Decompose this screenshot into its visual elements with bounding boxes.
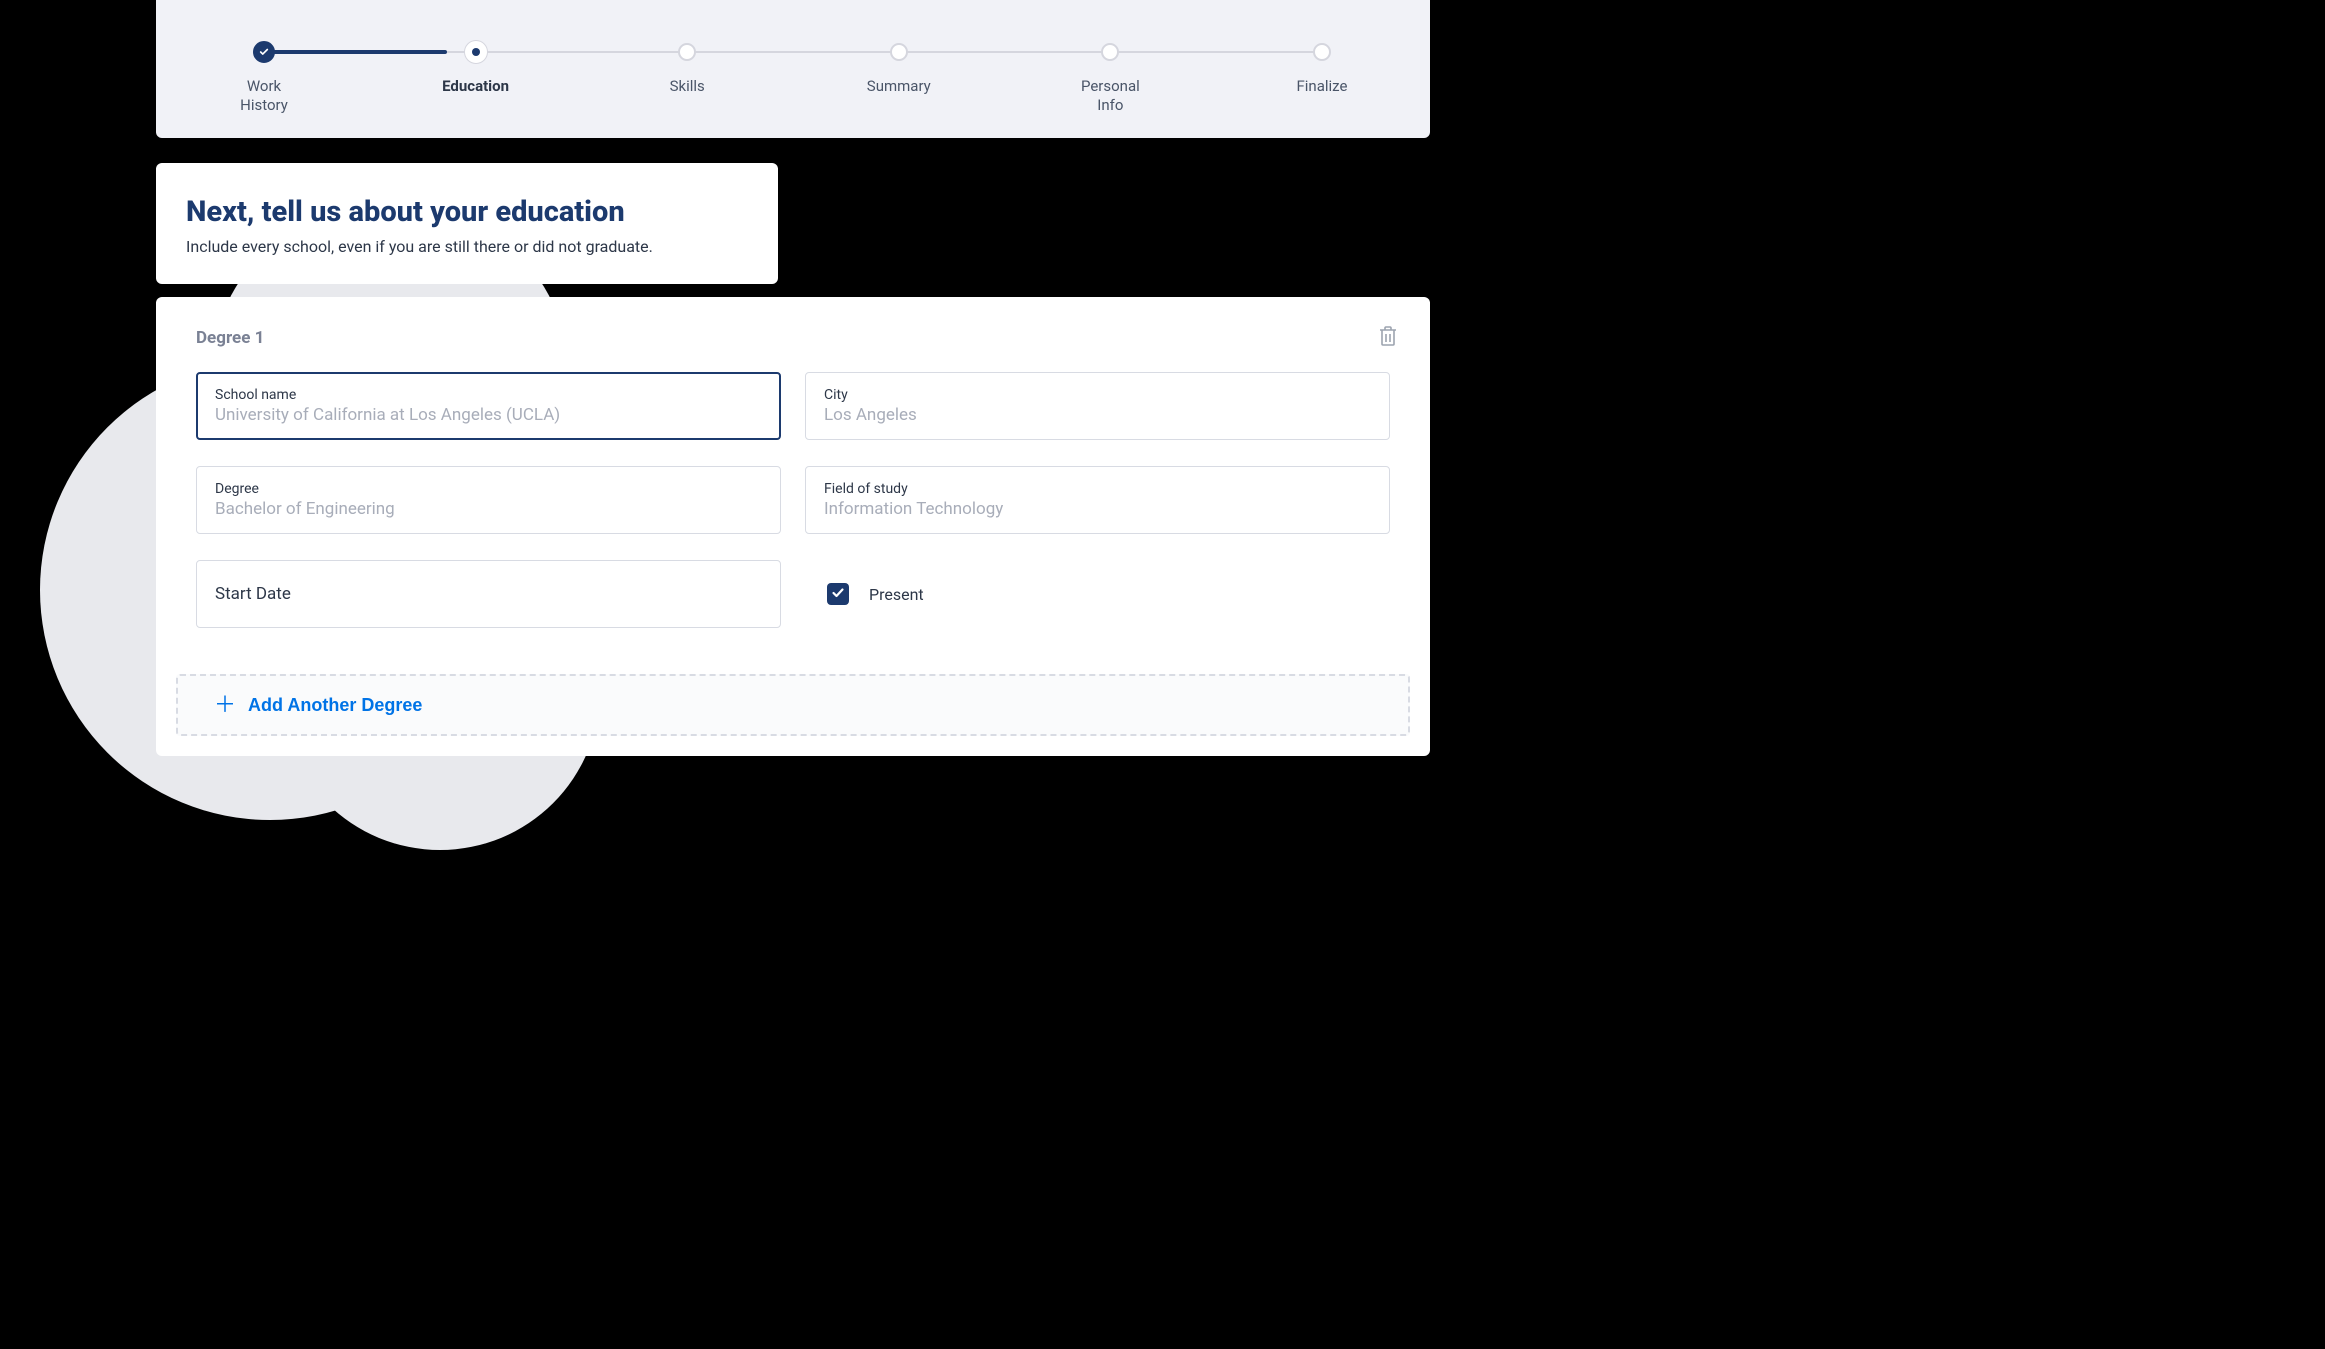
- step-finalize[interactable]: Finalize: [1304, 43, 1340, 63]
- step-circle-icon: [678, 43, 696, 61]
- progress-stepper: WorkHistory Education Skills Summary Per…: [156, 0, 1430, 138]
- degree-form-card: Degree 1 School name City Degree: [156, 297, 1430, 756]
- field-label: City: [824, 387, 1371, 403]
- step-summary[interactable]: Summary: [881, 43, 917, 63]
- school-name-input[interactable]: [215, 405, 762, 425]
- present-label: Present: [869, 585, 924, 604]
- step-work-history[interactable]: WorkHistory: [246, 43, 282, 63]
- page-subtitle: Include every school, even if you are st…: [186, 237, 748, 256]
- degree-field[interactable]: Degree: [196, 466, 781, 534]
- step-label: PersonalInfo: [1050, 77, 1170, 115]
- step-label: Skills: [627, 77, 747, 96]
- step-circle-icon: [1313, 43, 1331, 61]
- field-label: School name: [215, 387, 762, 403]
- field-of-study-field[interactable]: Field of study: [805, 466, 1390, 534]
- check-icon: [253, 41, 275, 63]
- degree-section-title: Degree 1: [196, 328, 264, 348]
- city-input[interactable]: [824, 405, 1371, 425]
- add-another-degree-button[interactable]: ＋ Add Another Degree: [176, 674, 1410, 736]
- step-label: Education: [416, 77, 536, 96]
- present-checkbox[interactable]: [827, 583, 849, 605]
- delete-degree-button[interactable]: [1374, 321, 1402, 354]
- trash-icon: [1378, 335, 1398, 350]
- page-header-card: Next, tell us about your education Inclu…: [156, 163, 778, 284]
- step-skills[interactable]: Skills: [669, 43, 705, 63]
- present-checkbox-row: Present: [805, 560, 1390, 628]
- step-label: Finalize: [1262, 77, 1382, 96]
- city-field[interactable]: City: [805, 372, 1390, 440]
- add-degree-label: Add Another Degree: [248, 695, 422, 716]
- school-name-field[interactable]: School name: [196, 372, 781, 440]
- step-education[interactable]: Education: [458, 43, 494, 63]
- step-circle-icon: [890, 43, 908, 61]
- step-label: WorkHistory: [204, 77, 324, 115]
- step-circle-icon: [1101, 43, 1119, 61]
- step-personal-info[interactable]: PersonalInfo: [1092, 43, 1128, 63]
- degree-input[interactable]: [215, 499, 762, 519]
- page-title: Next, tell us about your education: [186, 195, 748, 229]
- plus-icon: ＋: [214, 694, 236, 716]
- field-of-study-input[interactable]: [824, 499, 1371, 519]
- field-label: Degree: [215, 481, 762, 497]
- stepper-progress: [264, 50, 447, 54]
- field-label: Field of study: [824, 481, 1371, 497]
- step-dot-icon: [465, 41, 487, 63]
- check-icon: [831, 585, 845, 604]
- field-label: Start Date: [215, 584, 762, 604]
- step-label: Summary: [839, 77, 959, 96]
- start-date-field[interactable]: Start Date: [196, 560, 781, 628]
